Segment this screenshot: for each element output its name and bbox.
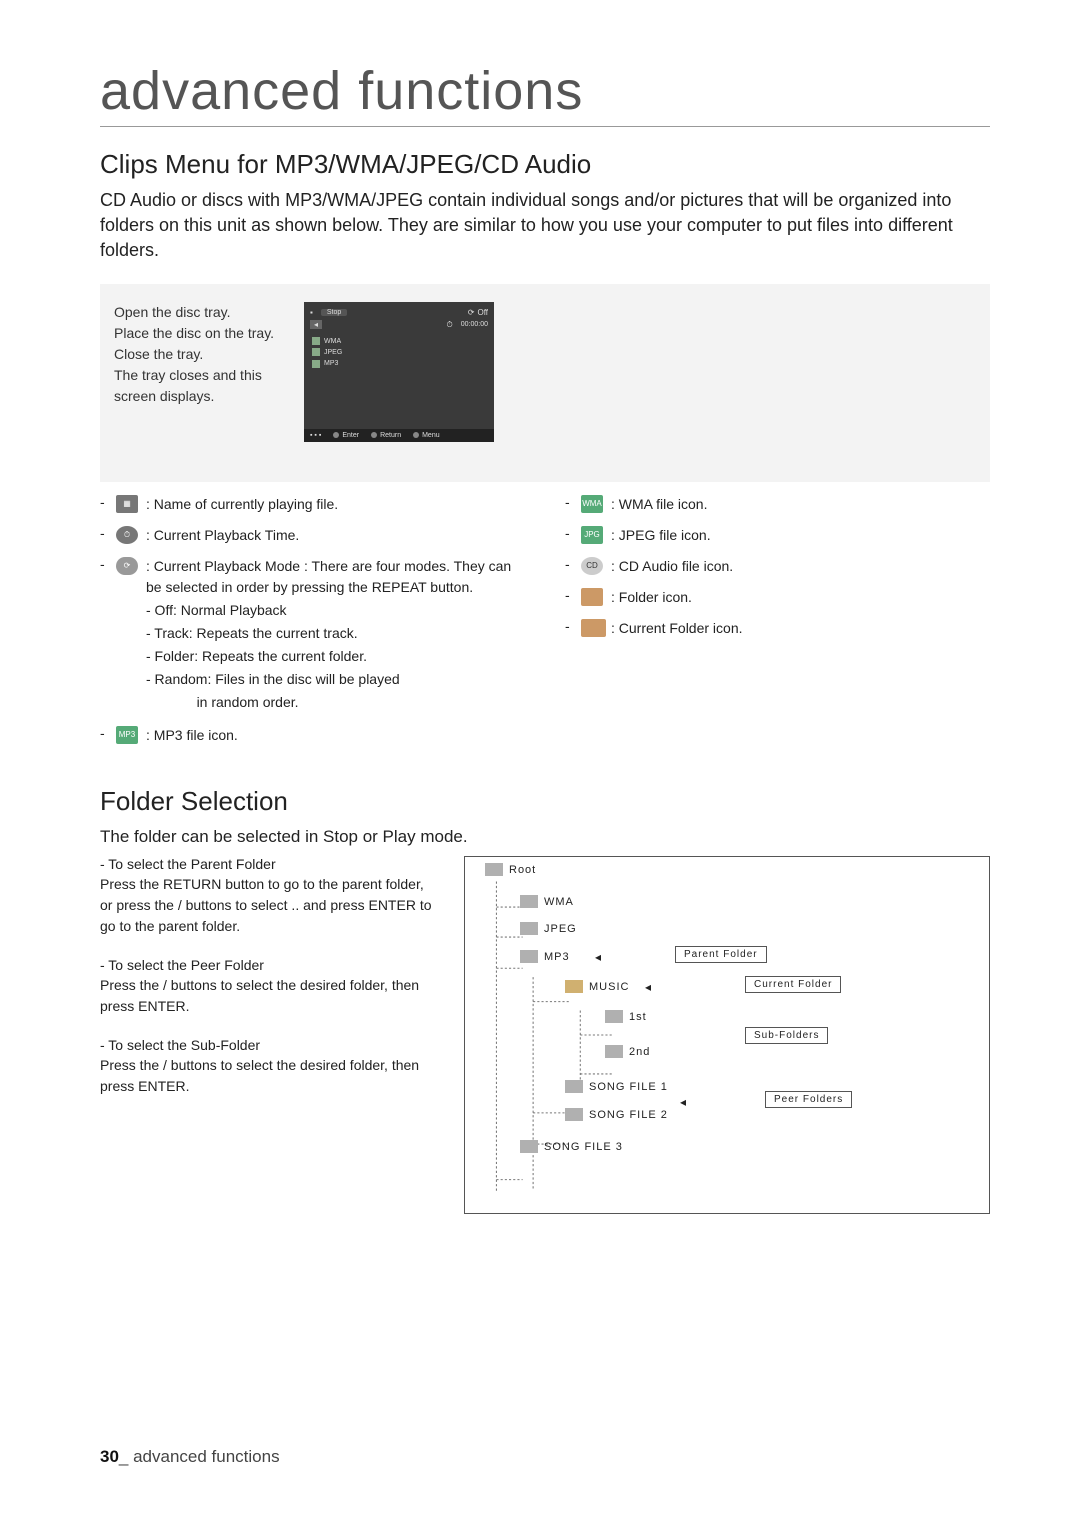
label-parent-folder: Parent Folder xyxy=(675,946,767,963)
legend-col-right: - WMA : WMA file icon. - JPG : JPEG file… xyxy=(565,494,990,756)
menu-icon xyxy=(413,432,419,438)
current-folder-icon xyxy=(565,980,583,993)
example-panel: Open the disc tray. Place the disc on th… xyxy=(100,284,990,482)
peer-folder-body: Press the / buttons to select the desire… xyxy=(100,975,440,1017)
peer-folder-head: - To select the Peer Folder xyxy=(100,957,440,973)
folder-intro: The folder can be selected in Stop or Pl… xyxy=(100,825,990,849)
page-footer: 30_ advanced functions xyxy=(100,1447,280,1467)
repeat-icon: ⟳ xyxy=(116,557,138,575)
folder-icon xyxy=(605,1045,623,1058)
folder-icon xyxy=(581,588,603,606)
folder-icon xyxy=(520,950,538,963)
section-heading-folder: Folder Selection xyxy=(100,786,990,817)
arrow-icon: ◂ xyxy=(595,950,602,964)
folder-icon xyxy=(565,1080,583,1093)
tree-song1: SONG FILE 1 xyxy=(589,1081,668,1093)
cd-icon: CD xyxy=(581,557,603,575)
legend-mode-sublist: - Off: Normal Playback - Track: Repeats … xyxy=(146,600,525,713)
legend-wma: : WMA file icon. xyxy=(611,494,990,515)
track-icon: ◂ xyxy=(310,320,322,329)
jpeg-icon: JPG xyxy=(581,526,603,544)
clock-icon: ⏱ xyxy=(447,320,453,330)
panel-steps: Open the disc tray. Place the disc on th… xyxy=(114,302,304,442)
off-label: Off xyxy=(477,308,488,317)
stop-label: Stop xyxy=(321,309,347,316)
legend-jpeg: : JPEG file icon. xyxy=(611,525,990,546)
file-type-icon xyxy=(312,360,320,368)
tree-music: MUSIC xyxy=(589,981,629,993)
legend-playback-mode: : Current Playback Mode : There are four… xyxy=(146,556,525,715)
page-title: advanced functions xyxy=(100,60,990,127)
clock-icon: ⏱ xyxy=(116,526,138,544)
enter-icon xyxy=(333,432,339,438)
device-screen-mock: ▪ Stop ⟳Off ◂ ⏱ 00:00:00 WMA JPEG MP3 xyxy=(304,302,494,442)
legend-cd: : CD Audio file icon. xyxy=(611,556,990,577)
repeat-icon: ⟳ xyxy=(468,308,475,317)
menu-label: Menu xyxy=(422,432,440,439)
file-wma: WMA xyxy=(324,336,341,347)
file-type-icon xyxy=(312,337,320,345)
tree-mp3: MP3 xyxy=(544,951,570,963)
mp3-icon: MP3 xyxy=(116,726,138,744)
mode-off: - Off: Normal Playback xyxy=(146,600,525,621)
device-bottom-bar: ▪ ▪ ▪ Enter Return Menu xyxy=(304,429,494,442)
folder-icon xyxy=(485,863,503,876)
label-current-folder: Current Folder xyxy=(745,976,841,993)
legend-mode-text: : Current Playback Mode : There are four… xyxy=(146,558,511,595)
label-sub-folders: Sub-Folders xyxy=(745,1027,828,1044)
legend-playback-time: : Current Playback Time. xyxy=(146,525,525,546)
file-mp3: MP3 xyxy=(324,358,338,369)
legend-mp3: : MP3 file icon. xyxy=(146,725,525,746)
folder-tree-diagram: Root WMA JPEG MP3 MUSIC 1st 2nd SONG FIL… xyxy=(464,856,990,1214)
section-heading-clips: Clips Menu for MP3/WMA/JPEG/CD Audio xyxy=(100,149,990,180)
dpad-icon: ▪ ▪ ▪ xyxy=(310,432,321,439)
file-jpeg: JPEG xyxy=(324,347,342,358)
folder-icon xyxy=(565,1108,583,1121)
folder-icon xyxy=(520,922,538,935)
folder-icon xyxy=(520,1140,538,1153)
parent-folder-head: - To select the Parent Folder xyxy=(100,856,440,872)
return-icon xyxy=(371,432,377,438)
section-intro-clips: CD Audio or discs with MP3/WMA/JPEG cont… xyxy=(100,188,990,264)
page-number: 30 xyxy=(100,1447,119,1466)
folder-section: - To select the Parent Folder Press the … xyxy=(100,856,990,1214)
sub-folder-body: Press the / buttons to select the desire… xyxy=(100,1055,440,1097)
tree-song2: SONG FILE 2 xyxy=(589,1109,668,1121)
mode-folder: - Folder: Repeats the current folder. xyxy=(146,646,525,667)
legend-folder: : Folder icon. xyxy=(611,587,990,608)
tree-1st: 1st xyxy=(629,1011,647,1023)
folder-instructions: - To select the Parent Folder Press the … xyxy=(100,856,440,1214)
tree-wma: WMA xyxy=(544,896,574,908)
enter-label: Enter xyxy=(342,432,359,439)
tree-song3: SONG FILE 3 xyxy=(544,1141,623,1153)
legend-current-folder: : Current Folder icon. xyxy=(611,618,990,639)
legend-section: - ▦ : Name of currently playing file. - … xyxy=(100,494,990,756)
tree-root: Root xyxy=(509,864,536,876)
doc-icon: ▦ xyxy=(116,495,138,513)
page: advanced functions Clips Menu for MP3/WM… xyxy=(0,0,1080,1254)
current-folder-icon xyxy=(581,619,603,637)
folder-icon xyxy=(605,1010,623,1023)
legend-playing-file: : Name of currently playing file. xyxy=(146,494,525,515)
file-type-icon xyxy=(312,348,320,356)
footer-label: _ advanced functions xyxy=(119,1447,280,1466)
folder-icon xyxy=(520,895,538,908)
parent-folder-body: Press the RETURN button to go to the par… xyxy=(100,874,440,937)
label-peer-folders: Peer Folders xyxy=(765,1091,852,1108)
tree-2nd: 2nd xyxy=(629,1046,650,1058)
stop-icon: ▪ xyxy=(310,308,313,317)
arrow-icon: ◂ xyxy=(645,980,652,994)
mode-random-cont: in random order. xyxy=(146,692,525,713)
legend-col-left: - ▦ : Name of currently playing file. - … xyxy=(100,494,525,756)
sub-folder-head: - To select the Sub-Folder xyxy=(100,1037,440,1053)
mode-track: - Track: Repeats the current track. xyxy=(146,623,525,644)
mode-random: - Random: Files in the disc will be play… xyxy=(146,669,525,690)
arrow-icon: ◂ xyxy=(680,1095,687,1109)
wma-icon: WMA xyxy=(581,495,603,513)
tree-jpeg: JPEG xyxy=(544,923,577,935)
file-list: WMA JPEG MP3 xyxy=(310,336,397,370)
time-label: 00:00:00 xyxy=(461,321,488,328)
return-label: Return xyxy=(380,432,401,439)
